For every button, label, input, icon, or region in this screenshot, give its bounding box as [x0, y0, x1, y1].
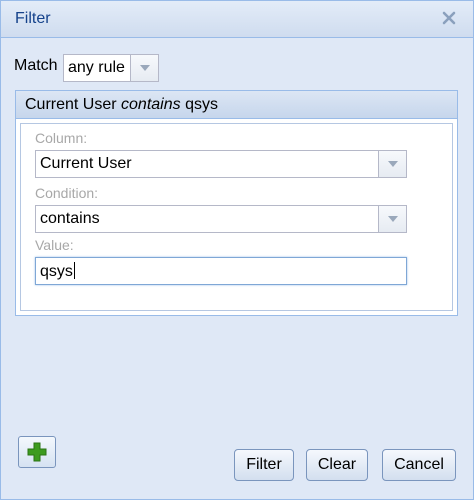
value-input[interactable]: qsys: [35, 257, 407, 285]
match-select-value: any rule: [68, 59, 125, 76]
rule-summary-value: qsys: [185, 96, 218, 113]
condition-label: Condition:: [35, 185, 99, 201]
clear-button[interactable]: Clear: [306, 449, 368, 481]
cancel-button[interactable]: Cancel: [382, 449, 456, 481]
dialog-body: Match any rule Current User contains qsy…: [1, 39, 473, 499]
add-rule-button[interactable]: [18, 436, 56, 468]
rule-summary-operator: contains: [121, 96, 181, 113]
column-select-value: Current User: [40, 155, 132, 172]
filter-dialog: Filter Match any rule Current User conta…: [0, 0, 474, 500]
filter-button[interactable]: Filter: [234, 449, 294, 481]
column-label: Column:: [35, 130, 88, 146]
value-input-text: qsys: [40, 263, 73, 280]
condition-select-value: contains: [40, 210, 100, 227]
rule-summary-field: Current User: [25, 96, 117, 113]
match-label: Match: [14, 57, 58, 74]
condition-select[interactable]: contains: [35, 205, 407, 233]
column-select[interactable]: Current User: [35, 150, 407, 178]
chevron-down-icon[interactable]: [130, 55, 158, 81]
dialog-titlebar[interactable]: Filter: [1, 1, 473, 38]
dialog-title: Filter: [15, 10, 51, 27]
filter-rule-panel: Current User contains qsys Column: Curre…: [15, 90, 458, 316]
chevron-down-icon[interactable]: [378, 206, 406, 232]
value-label: Value:: [35, 237, 74, 253]
rule-fields: Column: Current User Condition: contains…: [20, 123, 453, 311]
text-caret: [73, 262, 75, 279]
close-icon[interactable]: [441, 10, 457, 26]
chevron-down-icon[interactable]: [378, 151, 406, 177]
match-select[interactable]: any rule: [63, 54, 159, 82]
rule-summary-header: Current User contains qsys: [16, 91, 457, 119]
